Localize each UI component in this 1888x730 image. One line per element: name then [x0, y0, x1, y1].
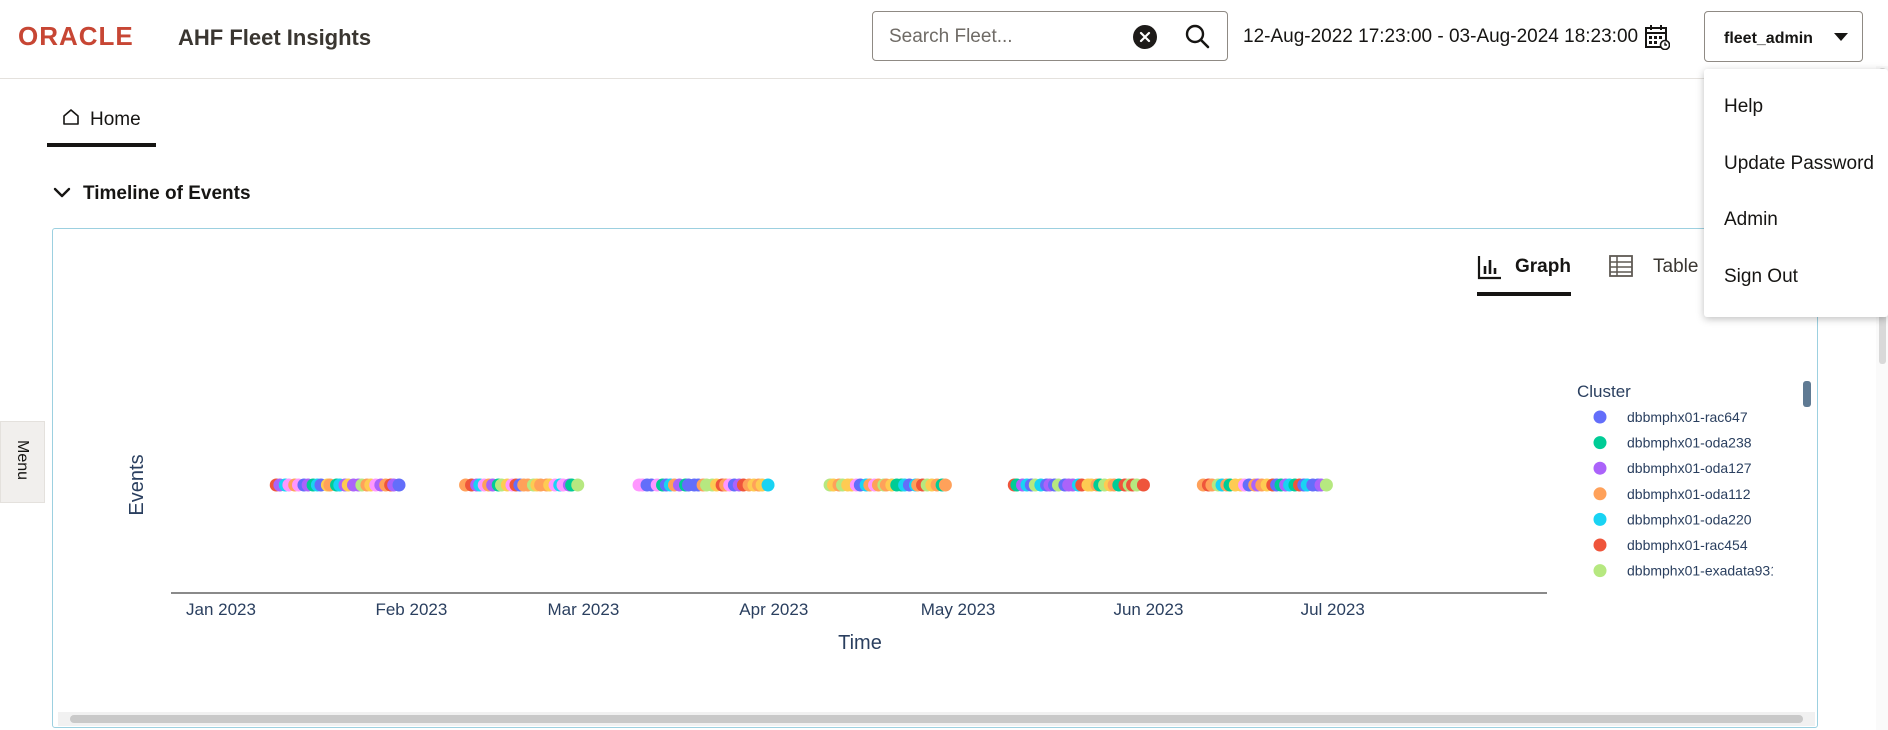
menu-item-admin[interactable]: Admin	[1704, 199, 1888, 243]
x-tick-label: Jan 2023	[186, 600, 256, 619]
menu-item-help[interactable]: Help	[1704, 86, 1888, 130]
legend-item-label[interactable]: dbbmphx01-exadata931	[1627, 563, 1778, 579]
clear-search-button[interactable]	[1133, 25, 1157, 49]
tab-home-label: Home	[90, 109, 141, 130]
active-tab-indicator	[47, 143, 156, 147]
chevron-down-icon[interactable]	[52, 183, 72, 203]
legend-title: Cluster	[1577, 382, 1631, 401]
legend-marker[interactable]	[1593, 487, 1607, 501]
legend-item-label[interactable]: dbbmphx01-rac454	[1627, 537, 1748, 553]
close-icon	[1139, 31, 1151, 43]
search-icon[interactable]	[1184, 23, 1210, 49]
timeline-chart: Jan 2023 Feb 2023 Mar 2023 Apr 2023 May 2023…	[126, 381, 1811, 654]
user-menu-button[interactable]: fleet_admin	[1704, 11, 1863, 62]
legend-marker[interactable]	[1593, 461, 1607, 475]
legend-marker[interactable]	[1593, 410, 1607, 424]
horizontal-scrollbar[interactable]	[58, 712, 1815, 726]
legend-marker[interactable]	[1593, 436, 1607, 450]
search-input[interactable]	[887, 24, 1141, 50]
legend: dbbmphx01-rac647 dbbmphx01-oda238 dbbmphx0…	[1593, 409, 1778, 628]
legend-item-label[interactable]: dbbmphx01-oda127	[1627, 460, 1752, 476]
x-tick-label: May 2023	[921, 600, 996, 619]
scrollbar-thumb[interactable]	[70, 715, 1803, 723]
menu-item-label: Sign Out	[1724, 266, 1798, 287]
search-box	[872, 11, 1228, 61]
x-tick-label: Jul 2023	[1301, 600, 1365, 619]
legend-marker[interactable]	[1594, 590, 1607, 603]
legend-item-label[interactable]: dbbmphx01-oda238	[1627, 435, 1752, 451]
x-tick-label: Apr 2023	[739, 600, 808, 619]
legend-marker[interactable]	[1594, 615, 1607, 628]
user-dropdown-menu: Help Update Password Admin Sign Out	[1704, 69, 1888, 317]
active-view-indicator	[1477, 292, 1571, 296]
legend-scrollbar-thumb	[1803, 381, 1811, 407]
event-point	[1136, 478, 1150, 492]
event-point	[761, 478, 775, 492]
legend-marker[interactable]	[1593, 538, 1607, 552]
tab-table-label: Table	[1653, 256, 1699, 277]
x-tick-label: Feb 2023	[375, 600, 447, 619]
menu-item-update-password[interactable]: Update Password	[1704, 143, 1888, 187]
table-icon	[1609, 255, 1633, 277]
x-tick-label: Jun 2023	[1113, 600, 1183, 619]
side-menu-button[interactable]: Menu	[0, 421, 45, 503]
user-name: fleet_admin	[1724, 30, 1813, 47]
event-point	[571, 478, 585, 492]
tab-graph[interactable]: Graph	[1477, 252, 1571, 296]
event-point	[392, 478, 406, 492]
tab-graph-label: Graph	[1515, 256, 1571, 277]
legend-item-label[interactable]: dbbmphx01-oda112	[1627, 486, 1751, 502]
home-icon	[63, 109, 79, 125]
calendar-icon[interactable]	[1644, 24, 1670, 50]
legend-marker[interactable]	[1593, 564, 1607, 578]
app-title: AHF Fleet Insights	[178, 25, 372, 50]
legend-marker[interactable]	[1593, 512, 1607, 526]
caret-down-icon	[1834, 33, 1848, 41]
y-axis-title: Events	[126, 454, 148, 515]
side-menu-label: Menu	[14, 440, 31, 481]
oracle-logo: ORACLE	[18, 23, 134, 49]
legend-item-label[interactable]: dbbmphx01-oda220	[1627, 511, 1752, 527]
date-range-label: 12-Aug-2022 17:23:00 - 03-Aug-2024 18:23…	[1243, 26, 1639, 47]
tab-home[interactable]: Home	[47, 98, 156, 148]
tab-table[interactable]: Table	[1609, 252, 1709, 296]
menu-item-label: Help	[1724, 96, 1764, 117]
event-point	[1319, 478, 1333, 492]
menu-item-label: Admin	[1724, 209, 1778, 230]
section-title: Timeline of Events	[83, 183, 251, 204]
event-point	[938, 478, 952, 492]
legend-item-label[interactable]: dbbmphx01-rac647	[1627, 409, 1748, 425]
top-header: ORACLE AHF Fleet Insights 12-Aug-2022 17…	[0, 0, 1888, 79]
x-tick-label: Mar 2023	[547, 600, 619, 619]
menu-item-label: Update Password	[1724, 153, 1874, 174]
menu-item-sign-out[interactable]: Sign Out	[1704, 256, 1888, 300]
brand-name: ORACLE	[18, 23, 134, 49]
bar-chart-icon	[1477, 256, 1501, 280]
x-axis-title: Time	[838, 632, 882, 654]
